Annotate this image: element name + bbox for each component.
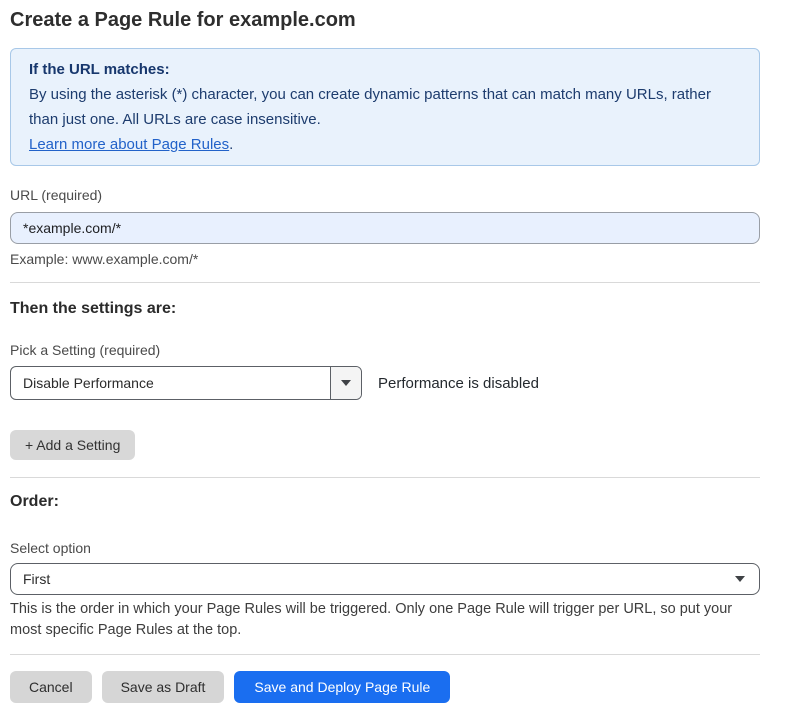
info-box-link-line: Learn more about Page Rules. xyxy=(29,132,741,157)
create-page-rule-panel: Create a Page Rule for example.com If th… xyxy=(10,6,760,703)
dropdown-arrow-icon xyxy=(341,380,351,386)
setting-picker-row: Disable Performance Performance is disab… xyxy=(10,366,760,400)
order-select-label: Select option xyxy=(10,539,760,558)
divider xyxy=(10,654,760,655)
setting-status-text: Performance is disabled xyxy=(378,375,539,392)
settings-section-heading: Then the settings are: xyxy=(10,298,760,319)
setting-picker-dropdown[interactable]: Disable Performance xyxy=(10,366,362,400)
save-and-deploy-button[interactable]: Save and Deploy Page Rule xyxy=(234,671,450,703)
setting-picker-value: Disable Performance xyxy=(11,367,330,399)
add-setting-button[interactable]: + Add a Setting xyxy=(10,430,135,460)
url-field-label: URL (required) xyxy=(10,186,760,205)
chevron-down-icon xyxy=(735,576,745,582)
info-box-body: By using the asterisk (*) character, you… xyxy=(29,82,741,132)
info-box-heading: If the URL matches: xyxy=(29,57,741,82)
learn-more-link[interactable]: Learn more about Page Rules xyxy=(29,136,229,153)
url-matches-info-box: If the URL matches: By using the asteris… xyxy=(10,48,760,166)
url-example-text: Example: www.example.com/* xyxy=(10,250,760,269)
order-select-value: First xyxy=(23,571,735,587)
cancel-button[interactable]: Cancel xyxy=(10,671,92,703)
order-select-dropdown[interactable]: First xyxy=(10,563,760,595)
page-title: Create a Page Rule for example.com xyxy=(10,6,760,34)
url-input[interactable] xyxy=(10,212,760,244)
order-help-text: This is the order in which your Page Rul… xyxy=(10,599,760,641)
save-as-draft-button[interactable]: Save as Draft xyxy=(102,671,225,703)
divider xyxy=(10,282,760,283)
footer-button-row: Cancel Save as Draft Save and Deploy Pag… xyxy=(10,671,760,703)
pick-setting-label: Pick a Setting (required) xyxy=(10,341,760,360)
divider xyxy=(10,477,760,478)
link-suffix: . xyxy=(229,136,233,153)
order-section-heading: Order: xyxy=(10,491,760,512)
setting-picker-arrow-button[interactable] xyxy=(330,367,361,399)
